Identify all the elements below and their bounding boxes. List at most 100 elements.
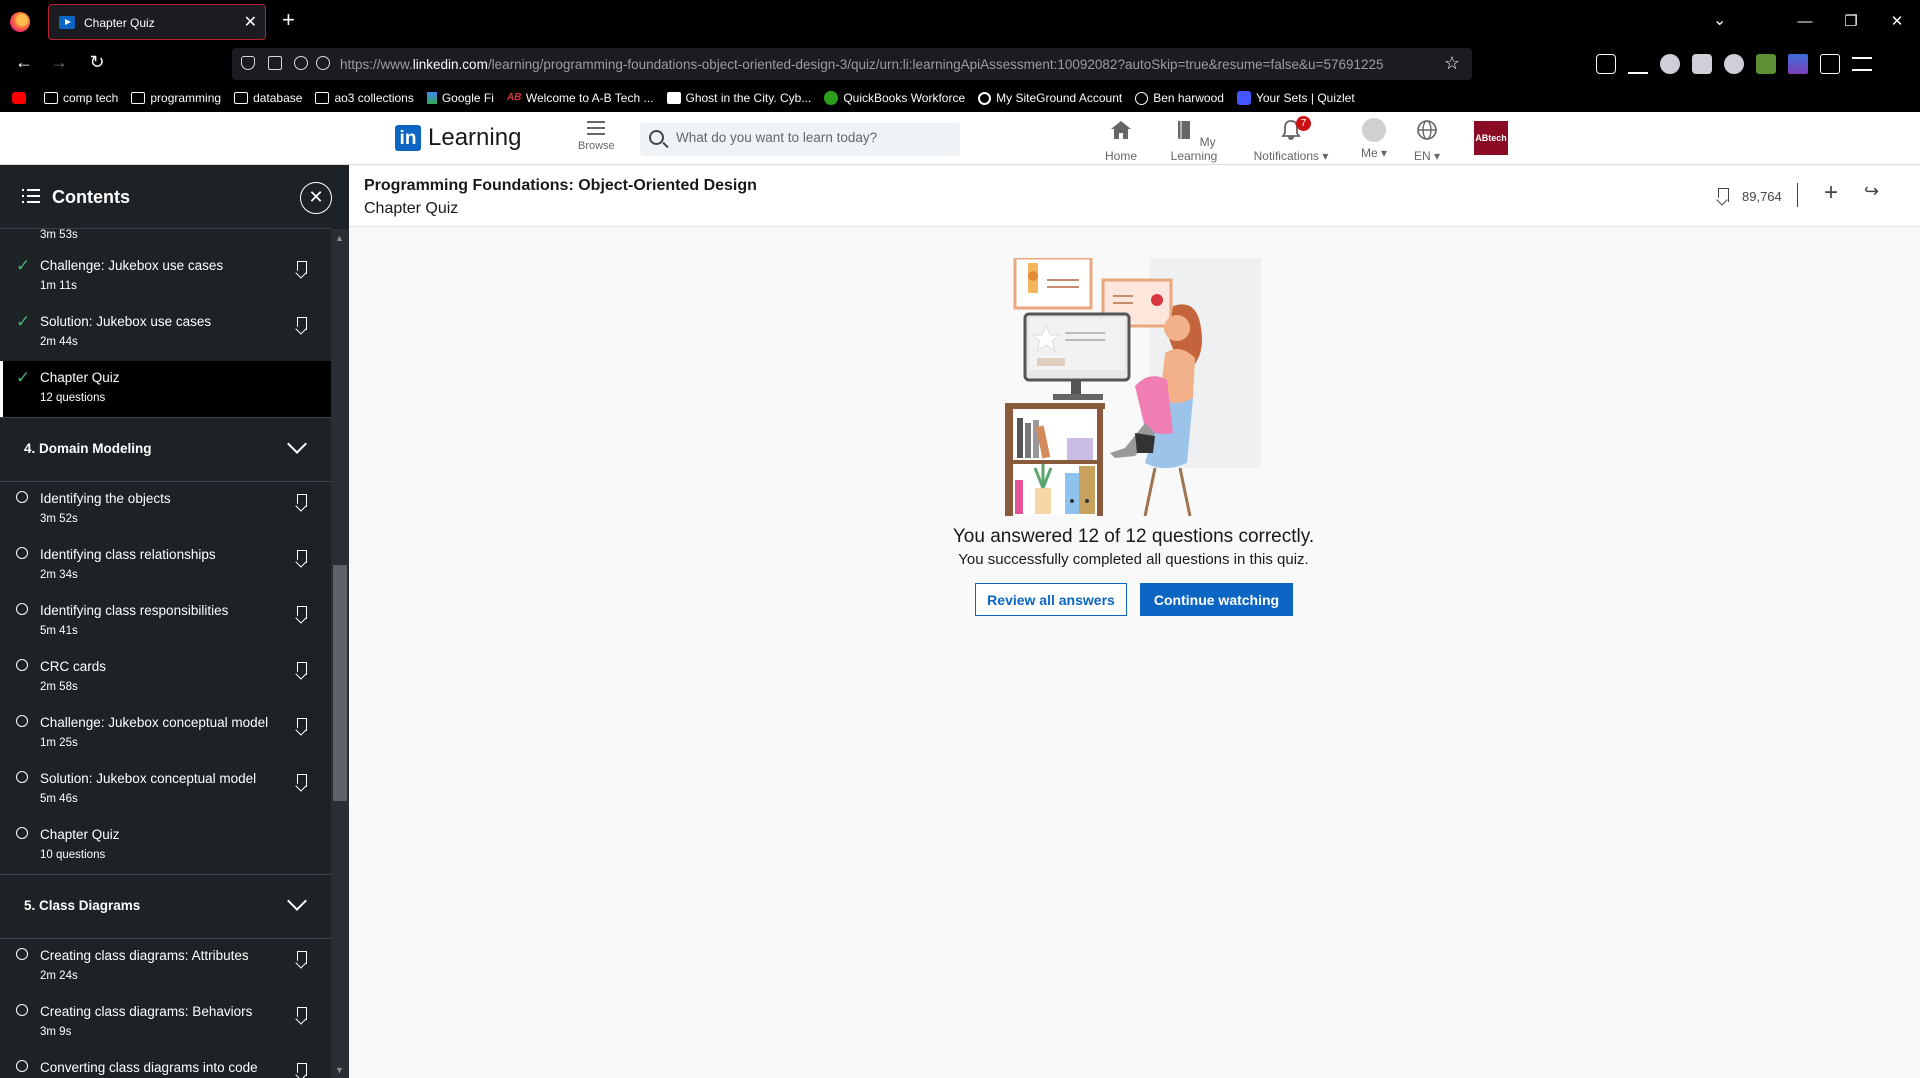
extension-t-icon[interactable] [1660, 54, 1680, 74]
address-bar[interactable]: https://www.linkedin.com/learning/progra… [232, 48, 1472, 80]
tab-close-icon[interactable]: ✕ [244, 12, 257, 32]
close-window-icon[interactable]: ✕ [1874, 0, 1920, 44]
not-started-circle-icon [16, 1004, 28, 1016]
sidebar-title: Contents [52, 187, 130, 207]
autoplay-blocked-icon[interactable] [316, 56, 330, 70]
list-item[interactable]: ✓ Solution: Jukebox use cases 2m 44s [0, 305, 331, 361]
back-icon[interactable]: ← [11, 52, 37, 73]
save-bookmark-icon[interactable] [1718, 188, 1729, 202]
forward-icon[interactable]: → [46, 52, 72, 73]
minimize-icon[interactable]: — [1782, 0, 1828, 44]
bookmark-icon[interactable] [297, 317, 307, 330]
bookmark-item[interactable]: Ghost in the City. Cyb... [666, 91, 811, 105]
chevron-down-icon[interactable] [287, 434, 307, 454]
google-fi-icon [426, 92, 437, 104]
restore-icon[interactable]: ❐ [1828, 0, 1874, 44]
globe-icon [1417, 120, 1437, 140]
list-item[interactable]: Creating class diagrams: Attributes 2m 2… [0, 939, 331, 995]
list-item[interactable]: CRC cards 2m 58s [0, 650, 331, 706]
bookmark-icon[interactable] [297, 494, 307, 507]
list-item[interactable]: Creating class diagrams: Behaviors 3m 9s [0, 995, 331, 1051]
list-item[interactable]: Identifying class responsibilities 5m 41… [0, 594, 331, 650]
section-domain-modeling[interactable]: 4. Domain Modeling [0, 417, 331, 482]
list-item[interactable]: Challenge: Jukebox conceptual model 1m 2… [0, 706, 331, 762]
bookmark-item[interactable]: programming [131, 91, 221, 105]
item-detail: 12 questions [40, 392, 106, 404]
extensions-puzzle-icon[interactable] [1820, 54, 1840, 74]
continue-watching-button[interactable]: Continue watching [1140, 583, 1293, 616]
search-input[interactable] [676, 130, 946, 145]
bookmark-icon[interactable] [297, 261, 307, 274]
bookmark-icon[interactable] [297, 718, 307, 731]
bookmark-icon[interactable] [297, 1063, 307, 1076]
reload-icon[interactable]: ↻ [84, 52, 110, 73]
list-item[interactable]: Identifying the objects 3m 52s [0, 482, 331, 538]
contents-list-icon [22, 189, 40, 207]
bookmark-icon[interactable] [297, 550, 307, 563]
scroll-up-arrow-icon[interactable]: ▲ [335, 233, 344, 243]
list-item[interactable]: Solution: Jukebox conceptual model 5m 46… [0, 762, 331, 818]
list-item[interactable]: Chapter Quiz 10 questions [0, 818, 331, 874]
shield-extension-icon[interactable] [1692, 54, 1712, 74]
contents-list[interactable]: 3m 53s ✓ Challenge: Jukebox use cases 1m… [0, 229, 331, 1078]
bookmark-item[interactable]: Ben harwood [1135, 91, 1224, 105]
downloads-icon[interactable] [1628, 54, 1648, 74]
bookmark-icon[interactable] [297, 606, 307, 619]
new-tab-icon[interactable]: + [282, 7, 295, 33]
bookmark-item[interactable]: Google Fi [426, 91, 494, 105]
bookmark-item[interactable]: Your Sets | Quizlet [1236, 91, 1355, 105]
scroll-down-arrow-icon[interactable]: ▼ [335, 1065, 344, 1075]
nav-language[interactable]: EN ▾ [1410, 118, 1444, 163]
list-item[interactable]: Converting class diagrams into code [0, 1051, 331, 1078]
bookmark-icon[interactable] [297, 662, 307, 675]
tab-list-chevron-icon[interactable]: ⌄ [1713, 10, 1726, 30]
list-item[interactable]: ✓ Challenge: Jukebox use cases 1m 11s [0, 249, 331, 305]
share-arrow-icon[interactable]: ↪ [1864, 181, 1879, 202]
list-item-partial[interactable]: 3m 53s [0, 229, 331, 249]
extension-w-icon[interactable] [1724, 54, 1744, 74]
nav-my-learning[interactable]: My Learning [1158, 118, 1230, 163]
linkedin-learning-logo[interactable]: in Learning [395, 124, 521, 152]
bookmark-icon[interactable] [297, 774, 307, 787]
browse-button[interactable]: Browse [578, 117, 615, 152]
firefox-logo-icon[interactable] [10, 12, 30, 32]
close-sidebar-icon[interactable]: ✕ [300, 182, 332, 214]
not-started-circle-icon [16, 827, 28, 839]
item-duration: 2m 44s [40, 336, 78, 348]
bookmark-item[interactable]: comp tech [44, 91, 118, 105]
bookmark-item[interactable]: My SiteGround Account [978, 91, 1122, 105]
list-item[interactable]: Identifying class relationships 2m 34s [0, 538, 331, 594]
bookmark-star-icon[interactable]: ☆ [1444, 53, 1460, 74]
bookmark-icon[interactable] [297, 951, 307, 964]
youtube-bookmark[interactable] [12, 92, 31, 104]
permissions-icon[interactable] [294, 56, 308, 70]
menu-hamburger-icon[interactable] [1852, 57, 1872, 71]
bookmark-item[interactable]: QuickBooks Workforce [824, 91, 965, 105]
bookmark-label: My SiteGround Account [996, 91, 1123, 105]
add-to-collection-icon[interactable]: + [1824, 179, 1838, 207]
green-extension-icon[interactable] [1756, 54, 1776, 74]
bookmark-item[interactable]: database [234, 91, 302, 105]
bookmark-item[interactable]: ao3 collections [315, 91, 414, 105]
bookmark-item[interactable]: AB Welcome to A-B Tech ... [507, 91, 654, 105]
sidebar-scrollbar-thumb[interactable] [333, 565, 347, 801]
organization-logo[interactable]: ABtech [1474, 121, 1508, 155]
pocket-icon[interactable] [1596, 54, 1616, 74]
nav-notifications[interactable]: Notifications ▾ [1248, 118, 1334, 163]
bookmark-icon[interactable] [297, 1007, 307, 1020]
section-class-diagrams[interactable]: 5. Class Diagrams [0, 874, 331, 939]
nav-home[interactable]: Home [1100, 118, 1142, 163]
search-box [640, 123, 960, 156]
list-item-active[interactable]: ✓ Chapter Quiz 12 questions [0, 361, 331, 417]
chevron-down-icon[interactable] [287, 891, 307, 911]
striped-extension-icon[interactable] [1788, 54, 1808, 74]
sb-icon [666, 92, 681, 104]
tracking-shield-icon[interactable] [241, 56, 255, 70]
lock-icon[interactable] [268, 56, 282, 70]
siteground-icon [978, 91, 992, 105]
org-logo-text: ABtech [1475, 133, 1507, 143]
nav-me[interactable]: Me ▾ [1354, 118, 1394, 160]
caret-down-icon: ▾ [1377, 146, 1388, 160]
browser-tab[interactable]: Chapter Quiz ✕ [48, 4, 266, 40]
review-all-answers-button[interactable]: Review all answers [975, 583, 1127, 616]
